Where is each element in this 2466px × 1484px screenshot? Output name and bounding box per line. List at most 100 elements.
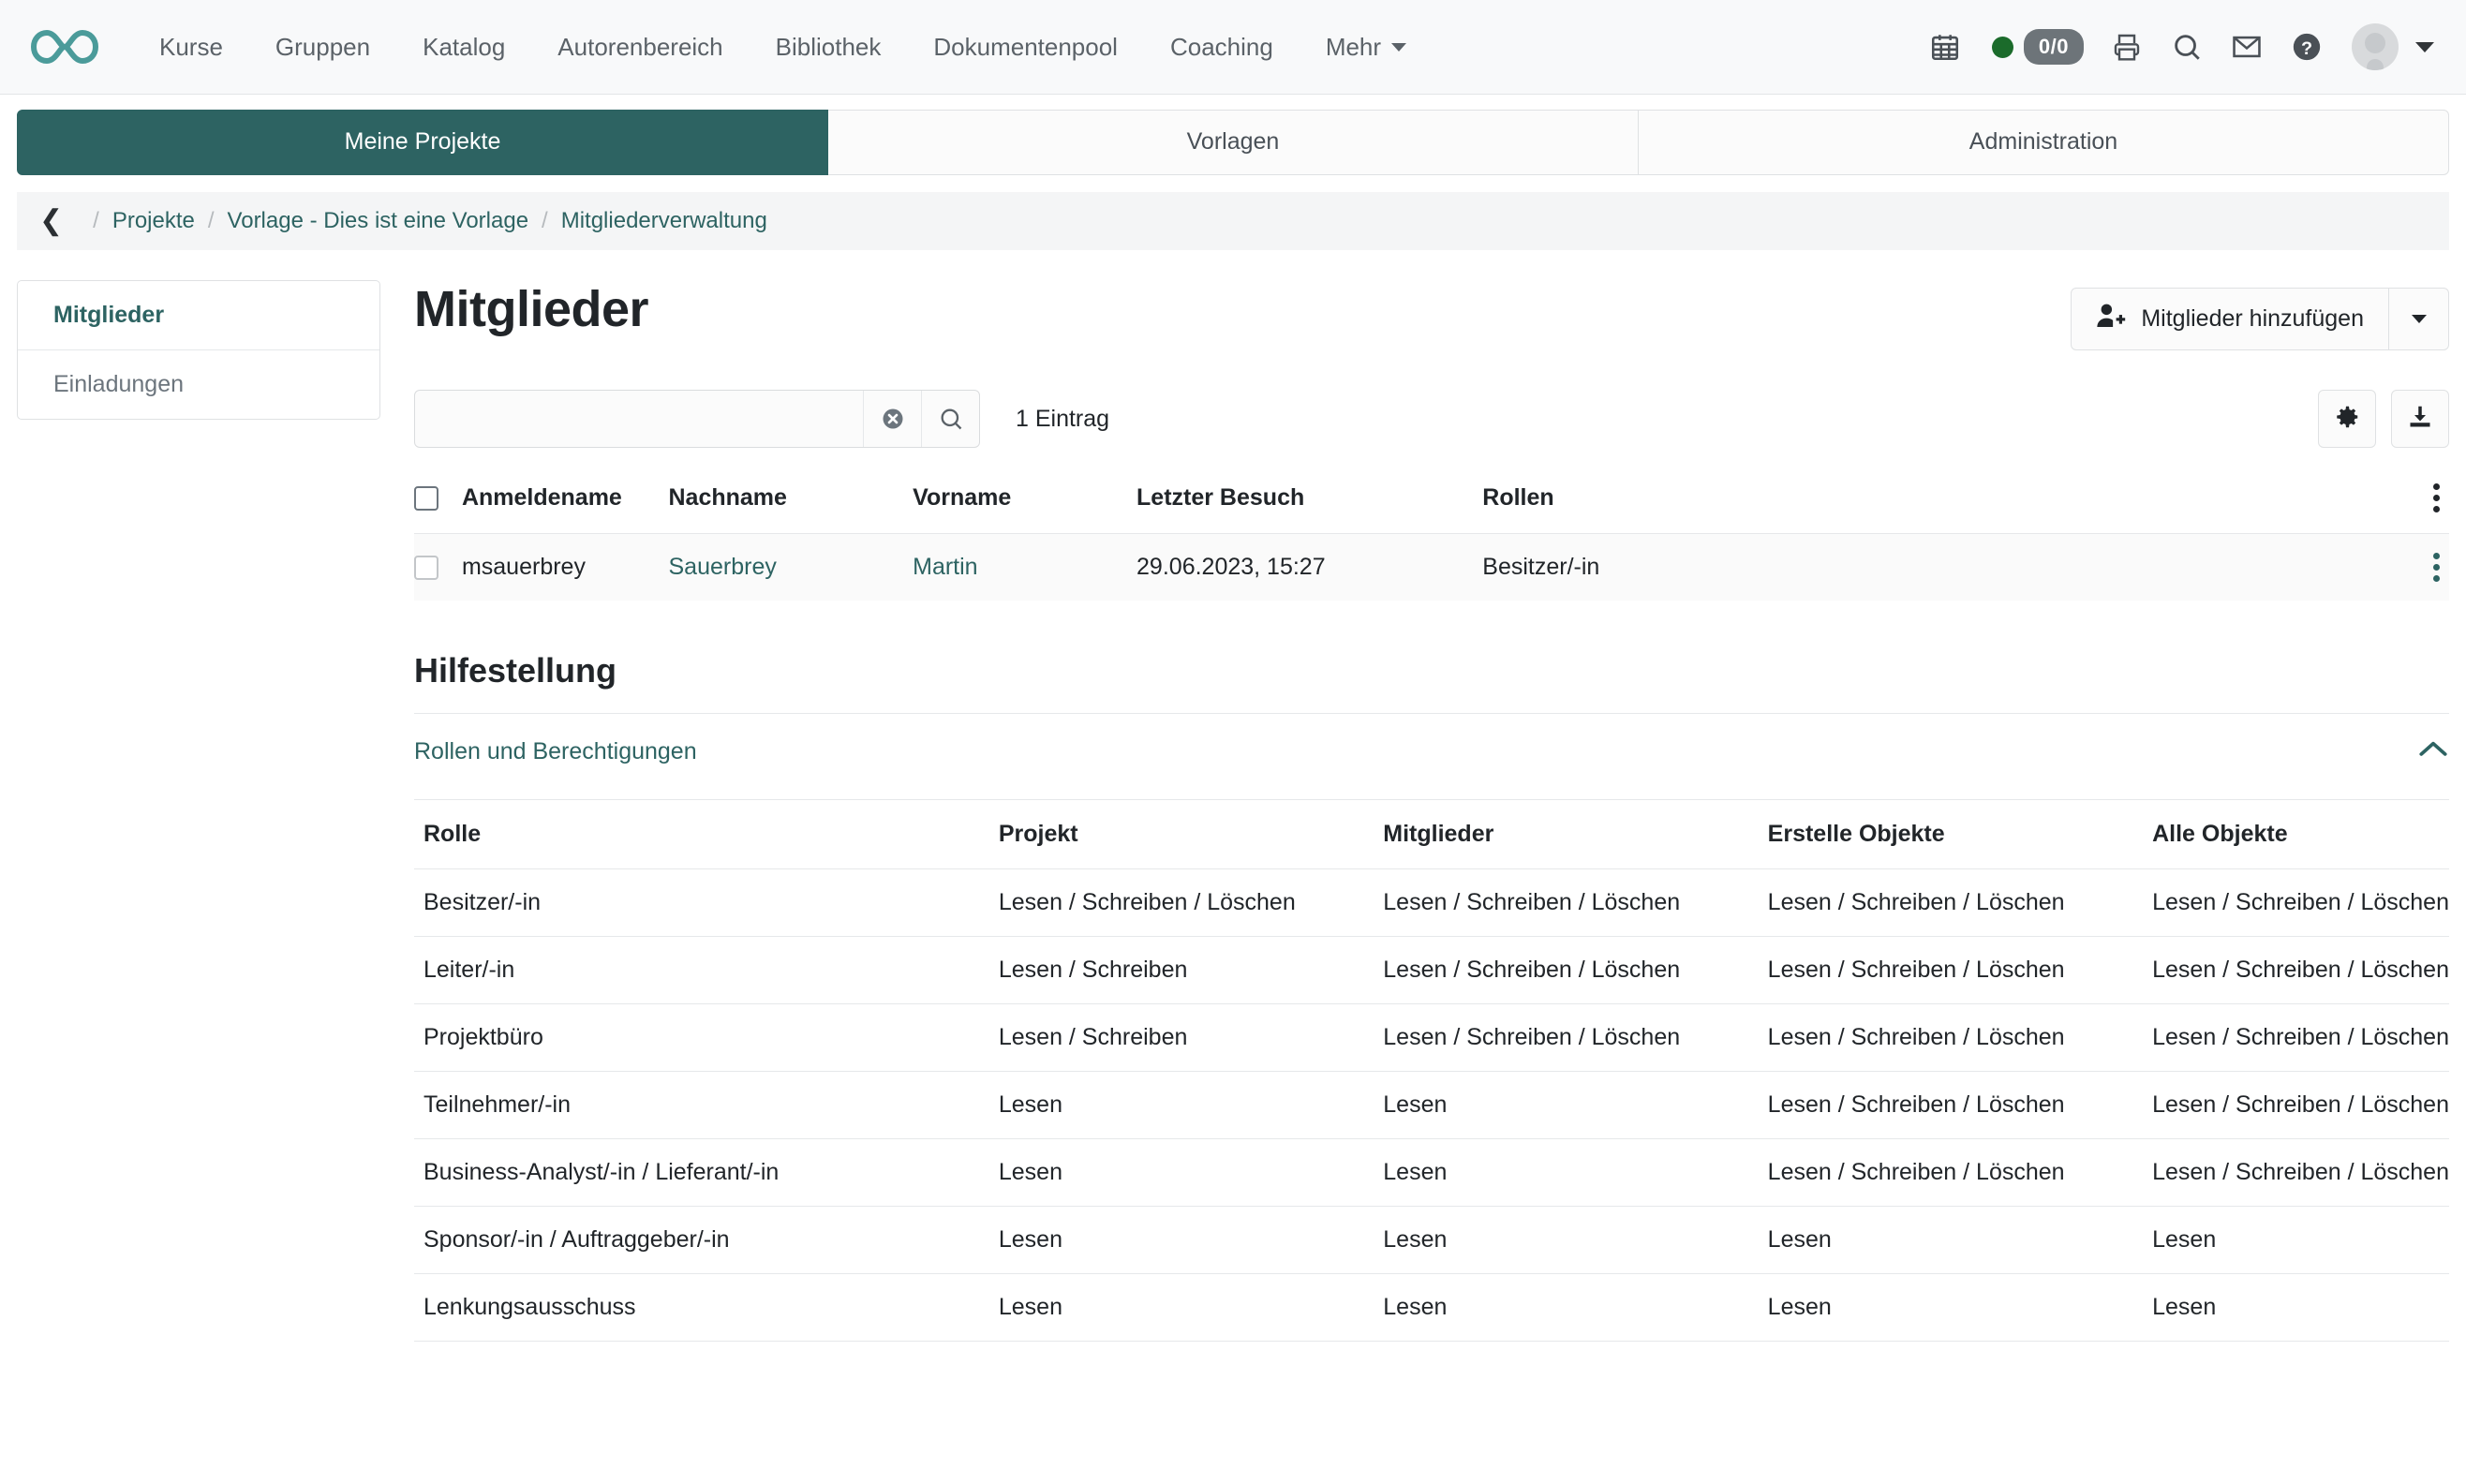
column-rollen[interactable]: Rollen <box>1482 483 1930 534</box>
infinity-logo[interactable] <box>21 19 109 75</box>
settings-button[interactable] <box>2318 390 2376 448</box>
role-alle-objekte: Lesen / Schreiben / Löschen <box>2152 1072 2449 1139</box>
role-alle-objekte: Lesen <box>2152 1274 2449 1342</box>
role-alle-objekte: Lesen / Schreiben / Löschen <box>2152 869 2449 937</box>
nachname-link[interactable]: Sauerbrey <box>669 554 777 580</box>
role-alle-objekte: Lesen / Schreiben / Löschen <box>2152 1139 2449 1207</box>
sidebar: Mitglieder Einladungen <box>17 280 380 420</box>
main-nav: Kurse Gruppen Katalog Autorenbereich Bib… <box>133 23 1433 71</box>
anmeldename-value: msauerbrey <box>462 554 586 580</box>
table-tool-buttons <box>2318 390 2449 448</box>
tab-meine-projekte[interactable]: Meine Projekte <box>17 110 828 175</box>
chevron-left-icon[interactable]: ❮ <box>39 207 63 235</box>
role-erstelle-objekte: Lesen / Schreiben / Löschen <box>1768 869 2152 937</box>
status-online-dot[interactable] <box>1992 37 2013 58</box>
clear-search-icon[interactable] <box>863 391 921 447</box>
user-plus-icon <box>2096 303 2126 335</box>
role-name: Leiter/-in <box>414 937 999 1004</box>
printer-icon[interactable] <box>2097 19 2157 75</box>
role-erstelle-objekte: Lesen / Schreiben / Löschen <box>1768 1139 2152 1207</box>
nav-item-dokumentenpool[interactable]: Dokumentenpool <box>907 23 1144 71</box>
nav-item-kurse[interactable]: Kurse <box>133 23 249 71</box>
role-mitglieder: Lesen / Schreiben / Löschen <box>1383 1004 1767 1072</box>
chevron-down-icon[interactable] <box>2415 42 2434 52</box>
nav-item-label: Dokumentenpool <box>933 33 1118 62</box>
breadcrumb-item-vorlage[interactable]: Vorlage - Dies ist eine Vorlage <box>228 208 529 234</box>
role-projekt: Lesen <box>999 1274 1383 1342</box>
roles-permissions-link[interactable]: Rollen und Berechtigungen <box>414 738 697 765</box>
nav-item-bibliothek[interactable]: Bibliothek <box>750 23 908 71</box>
main-content: Mitglieder Mitglieder hinzufügen <box>380 280 2449 1342</box>
table-row[interactable]: msauerbrey Sauerbrey Martin 29.06.2023, … <box>414 534 2449 601</box>
column-actions[interactable] <box>1930 483 2449 534</box>
nav-item-label: Autorenbereich <box>557 33 722 62</box>
download-icon <box>2406 403 2434 436</box>
nav-item-gruppen[interactable]: Gruppen <box>249 23 396 71</box>
role-mitglieder: Lesen <box>1383 1274 1767 1342</box>
project-scope-tabs: Meine Projekte Vorlagen Administration <box>0 95 2466 175</box>
role-name: Besitzer/-in <box>414 869 999 937</box>
top-navigation-bar: Kurse Gruppen Katalog Autorenbereich Bib… <box>0 0 2466 95</box>
svg-text:?: ? <box>2301 38 2312 59</box>
roles-row: Teilnehmer/-in Lesen Lesen Lesen / Schre… <box>414 1072 2449 1139</box>
chevron-up-icon[interactable] <box>2417 739 2449 764</box>
nav-item-katalog[interactable]: Katalog <box>396 23 531 71</box>
roles-row: Besitzer/-in Lesen / Schreiben / Löschen… <box>414 869 2449 937</box>
nav-item-coaching[interactable]: Coaching <box>1144 23 1300 71</box>
roles-row: Sponsor/-in / Auftraggeber/-in Lesen Les… <box>414 1207 2449 1274</box>
role-erstelle-objekte: Lesen <box>1768 1207 2152 1274</box>
role-erstelle-objekte: Lesen / Schreiben / Löschen <box>1768 937 2152 1004</box>
content-header: Mitglieder Mitglieder hinzufügen <box>414 280 2449 350</box>
avatar[interactable] <box>2352 23 2399 70</box>
column-letzter-besuch[interactable]: Letzter Besuch <box>1136 483 1482 534</box>
add-members-split-button: Mitglieder hinzufügen <box>2071 288 2449 350</box>
role-alle-objekte: Lesen / Schreiben / Löschen <box>2152 1004 2449 1072</box>
members-table: Anmeldename Nachname Vorname Letzter Bes… <box>414 483 2449 601</box>
vorname-link[interactable]: Martin <box>913 554 977 580</box>
row-more-options-icon[interactable] <box>2433 553 2440 582</box>
tab-vorlagen[interactable]: Vorlagen <box>828 110 1639 175</box>
tab-administration[interactable]: Administration <box>1639 110 2449 175</box>
breadcrumb-item-projekte[interactable]: Projekte <box>112 208 195 234</box>
submit-search-icon[interactable] <box>921 391 979 447</box>
add-members-dropdown-toggle[interactable] <box>2389 288 2449 350</box>
column-anmeldename[interactable]: Anmeldename <box>414 483 669 534</box>
add-members-button[interactable]: Mitglieder hinzufügen <box>2071 288 2389 350</box>
role-name: Sponsor/-in / Auftraggeber/-in <box>414 1207 999 1274</box>
nav-item-label: Mehr <box>1326 33 1381 62</box>
roles-row: Leiter/-in Lesen / Schreiben Lesen / Sch… <box>414 937 2449 1004</box>
export-button[interactable] <box>2391 390 2449 448</box>
role-alle-objekte: Lesen / Schreiben / Löschen <box>2152 937 2449 1004</box>
select-all-checkbox[interactable] <box>414 486 438 511</box>
breadcrumb-item-mitgliederverwaltung[interactable]: Mitgliederverwaltung <box>561 208 767 234</box>
nav-item-label: Coaching <box>1170 33 1273 62</box>
roles-row: Lenkungsausschuss Lesen Lesen Lesen Lese… <box>414 1274 2449 1342</box>
role-projekt: Lesen / Schreiben / Löschen <box>999 869 1383 937</box>
role-erstelle-objekte: Lesen / Schreiben / Löschen <box>1768 1072 2152 1139</box>
column-nachname[interactable]: Nachname <box>669 483 914 534</box>
roles-column-projekt: Projekt <box>999 800 1383 869</box>
help-icon[interactable]: ? <box>2277 19 2337 75</box>
more-options-icon[interactable] <box>2433 483 2440 512</box>
role-alle-objekte: Lesen <box>2152 1207 2449 1274</box>
row-checkbox[interactable] <box>414 556 438 580</box>
roles-column-rolle: Rolle <box>414 800 999 869</box>
search-icon[interactable] <box>2157 19 2217 75</box>
roles-column-erstelle-objekte: Erstelle Objekte <box>1768 800 2152 869</box>
help-accordion-header[interactable]: Rollen und Berechtigungen <box>414 714 2449 786</box>
role-projekt: Lesen <box>999 1207 1383 1274</box>
sidebar-item-mitglieder[interactable]: Mitglieder <box>18 281 379 349</box>
help-section-title: Hilfestellung <box>414 651 2449 690</box>
notification-count-badge[interactable]: 0/0 <box>2024 29 2084 65</box>
sidebar-item-einladungen[interactable]: Einladungen <box>18 349 379 419</box>
nav-item-autorenbereich[interactable]: Autorenbereich <box>531 23 749 71</box>
search-input[interactable] <box>415 391 863 447</box>
column-vorname[interactable]: Vorname <box>913 483 1136 534</box>
nav-item-mehr[interactable]: Mehr <box>1300 23 1433 71</box>
calendar-icon[interactable] <box>1915 19 1975 75</box>
mail-icon[interactable] <box>2217 19 2277 75</box>
breadcrumb: ❮ / Projekte / Vorlage - Dies ist eine V… <box>17 192 2449 250</box>
roles-permissions-table: Rolle Projekt Mitglieder Erstelle Objekt… <box>414 799 2449 1342</box>
cell-vorname: Martin <box>913 534 1136 601</box>
entry-count-label: 1 Eintrag <box>1016 406 1109 433</box>
